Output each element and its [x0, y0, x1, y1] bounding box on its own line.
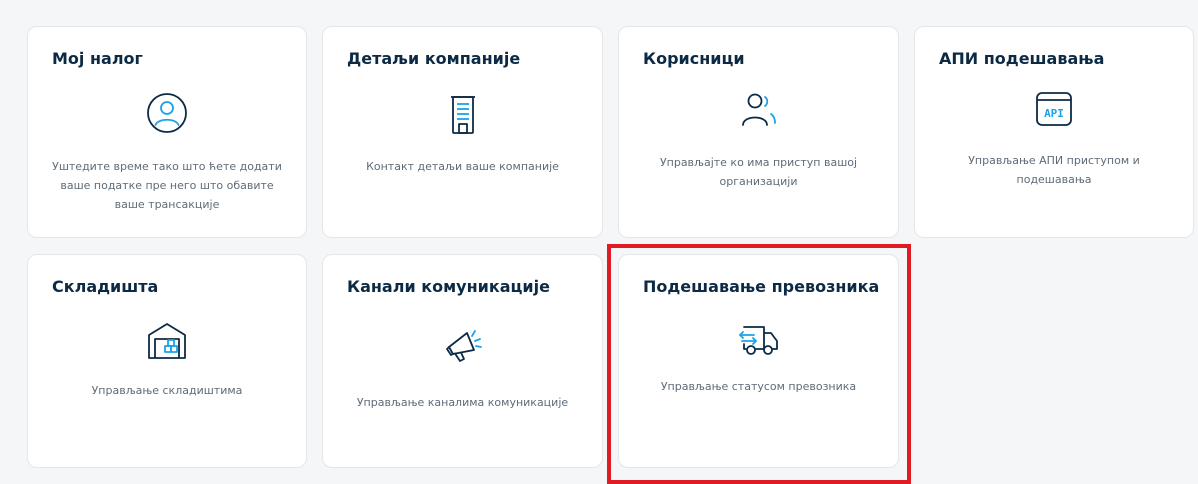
card-title: АПИ подешавања [939, 49, 1105, 68]
card-description: Управљање каналима комуникације [356, 396, 569, 409]
api-window-icon: API [1032, 87, 1076, 131]
card-my-account[interactable]: Мој налог Уштедите време тако што ћете д… [27, 26, 307, 238]
building-icon [441, 93, 485, 137]
card-communication-channels[interactable]: Канали комуникације Управљање каналима к… [322, 254, 603, 468]
card-users[interactable]: Корисници Управљајте ко има приступ вашо… [618, 26, 899, 238]
delivery-truck-icon [737, 317, 781, 361]
card-description: Управљање статусом превозника [660, 380, 857, 393]
card-description: Уштедите време тако што ћете додати ваше… [52, 160, 282, 211]
card-title: Канали комуникације [347, 277, 550, 296]
card-api-settings[interactable]: АПИ подешавања API Управљање АПИ приступ… [914, 26, 1194, 238]
card-description: Управљање складиштима [91, 384, 243, 397]
users-icon [737, 87, 781, 131]
card-title: Корисници [643, 49, 745, 68]
card-title: Подешавање превозника [643, 277, 880, 296]
card-title: Складишта [52, 277, 159, 296]
card-warehouses[interactable]: Складишта Управљање складиштима [27, 254, 307, 468]
card-company-details[interactable]: Детаљи компаније Контакт детаљи ваше ком… [322, 26, 603, 238]
card-description: Управљајте ко има приступ вашој организа… [659, 156, 858, 188]
card-carrier-settings[interactable]: Подешавање превозника Управљање статусом… [618, 254, 899, 468]
card-title: Детаљи компаније [347, 49, 521, 68]
card-description: Управљање АПИ приступом и подешавања [968, 154, 1140, 186]
user-circle-icon [145, 91, 189, 135]
warehouse-icon [145, 319, 189, 363]
card-title: Мој налог [52, 49, 143, 68]
card-description: Контакт детаљи ваше компаније [366, 160, 559, 173]
api-icon-label: API [1044, 107, 1064, 120]
megaphone-icon [441, 323, 485, 367]
